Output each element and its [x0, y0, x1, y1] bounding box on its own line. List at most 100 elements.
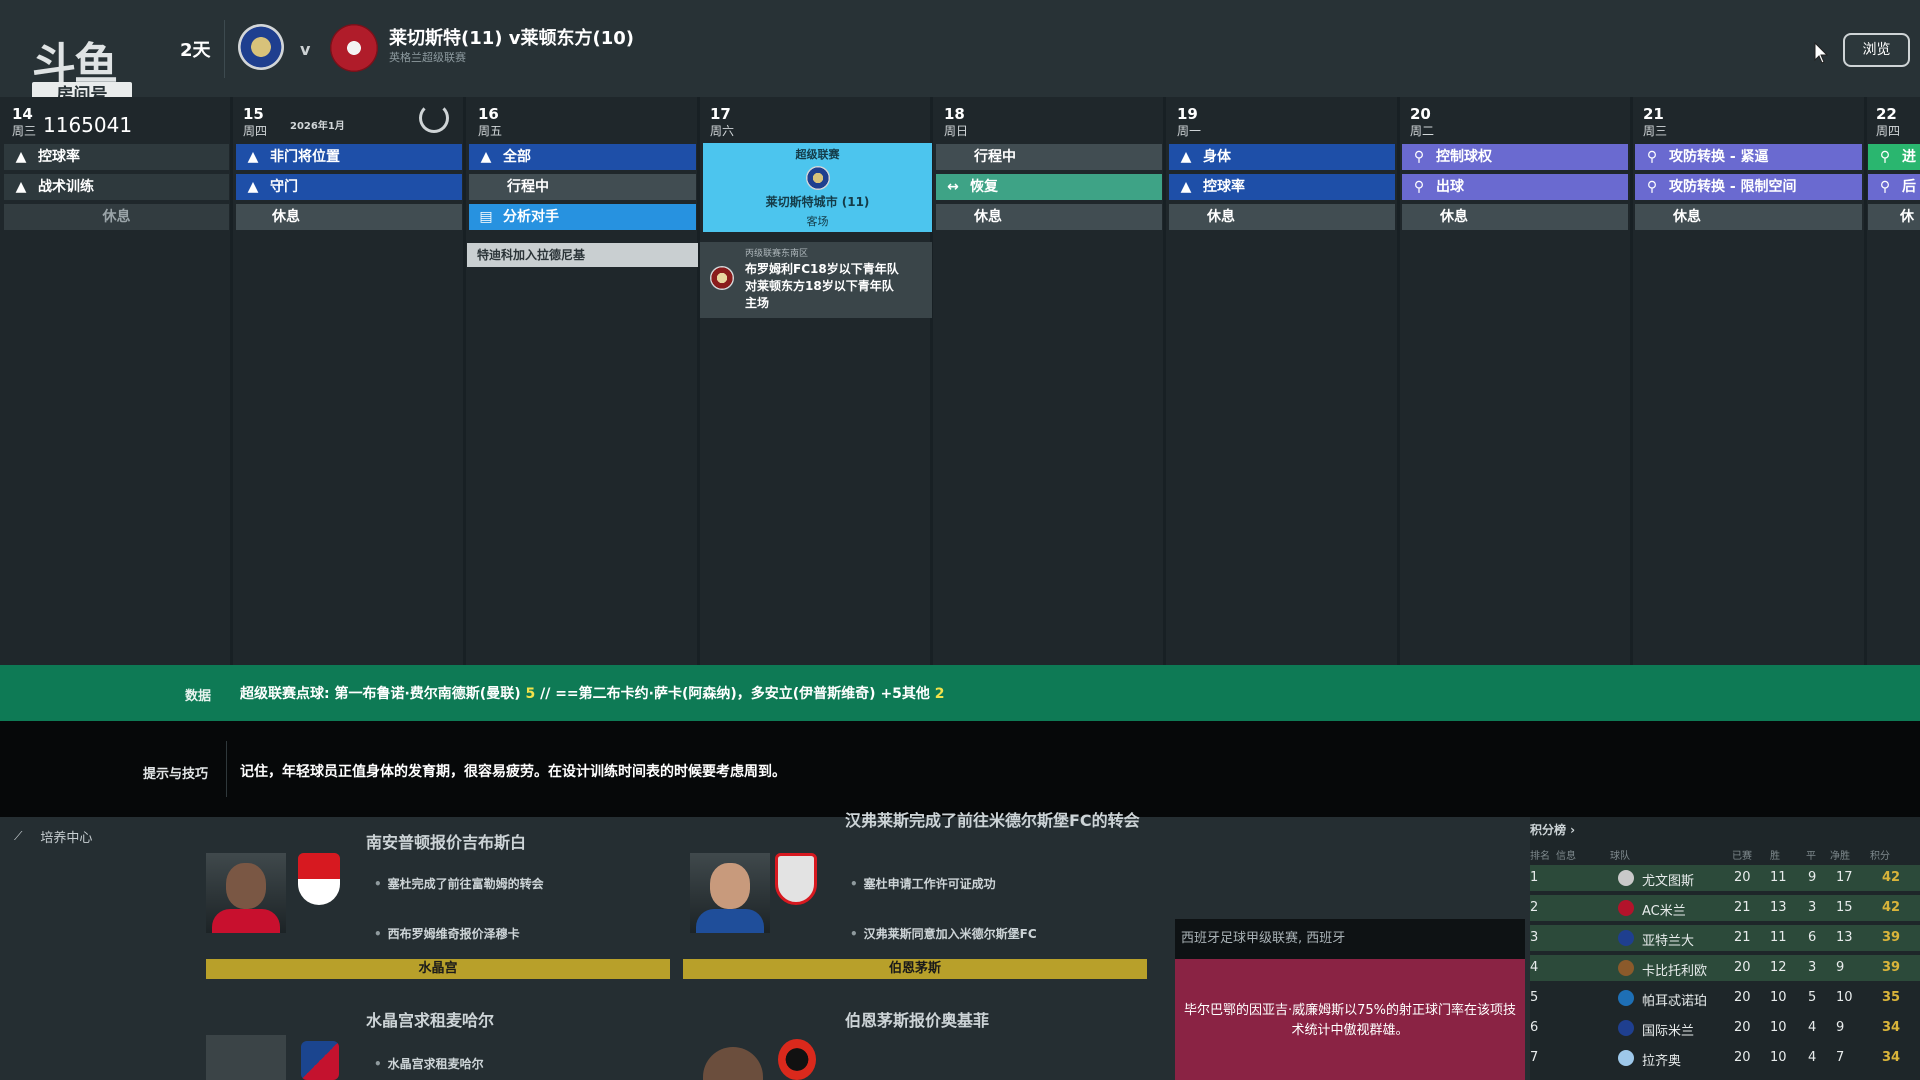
session-label: 恢复: [970, 179, 998, 195]
draws: 3: [1808, 900, 1817, 915]
day-header-21: 21 周三: [1643, 105, 1667, 139]
rest-slot[interactable]: 休息: [1402, 204, 1628, 230]
day-number: 20: [1410, 105, 1431, 123]
session-label: 守门: [270, 179, 298, 195]
rest-slot[interactable]: 休息: [4, 204, 229, 230]
league-stat-card[interactable]: 西班牙足球甲级联赛, 西班牙 毕尔巴鄂的因亚吉·威廉姆斯以75%的射正球门率在该…: [1175, 919, 1525, 1080]
team-crest-icon: [1618, 990, 1634, 1006]
session-slot[interactable]: ▲ 全部: [469, 144, 696, 170]
days-to-match: 2天: [180, 40, 211, 61]
goal-difference: 13: [1836, 930, 1853, 945]
event-note[interactable]: 特迪科加入拉德尼基: [467, 243, 698, 267]
news-item[interactable]: 水晶宫求租麦哈尔 水晶宫求租麦哈尔: [206, 817, 670, 1080]
session-slot[interactable]: ▲ 控球率: [1169, 174, 1395, 200]
person-icon: ▲: [247, 179, 259, 195]
team-name: 尤文图斯: [1642, 874, 1695, 889]
development-hub-link[interactable]: ⟋ 培养中心: [14, 827, 92, 846]
rest-slot[interactable]: 休: [1868, 204, 1920, 230]
travel-slot[interactable]: 行程中: [936, 144, 1162, 170]
team-name: 卡比托利欧: [1642, 964, 1708, 979]
day-header-17: 17 周六: [710, 105, 734, 139]
table-row[interactable]: 4 卡比托利欧 20 12 3 9 39: [1530, 955, 1920, 981]
away-club-crest-icon[interactable]: [330, 24, 378, 72]
goal-difference: 9: [1836, 960, 1845, 975]
next-match-title[interactable]: 莱切斯特(11) v莱顿东方(10): [389, 24, 634, 50]
running-icon: ⚲: [1413, 179, 1425, 195]
session-label: 进: [1902, 149, 1916, 165]
session-slot[interactable]: ▲ 守门: [236, 174, 462, 200]
document-icon: ▤: [479, 209, 493, 225]
session-slot[interactable]: ⚲ 后: [1868, 174, 1920, 200]
session-slot[interactable]: ▲ 战术训练: [4, 174, 229, 200]
goal-difference: 17: [1836, 870, 1853, 885]
session-slot[interactable]: ⚲ 攻防转换 - 限制空间: [1635, 174, 1862, 200]
player-photo: [703, 1047, 763, 1080]
session-slot[interactable]: ⚲ 出球: [1402, 174, 1628, 200]
person-icon: ▲: [480, 149, 492, 165]
points: 39: [1882, 930, 1901, 945]
news-item[interactable]: 伯恩茅斯报价奥基菲: [683, 817, 1147, 1080]
table-row[interactable]: 1 尤文图斯 20 11 9 17 42: [1530, 865, 1920, 891]
table-row[interactable]: 7 拉齐奥 20 10 4 7 34: [1530, 1045, 1920, 1071]
session-label: 休息: [1440, 209, 1468, 225]
session-slot[interactable]: ↔ 恢复: [936, 174, 1162, 200]
data-ticker: 数据 超级联赛点球: 第一布鲁诺·费尔南德斯(曼联) 5 // ==第二布卡约·…: [0, 665, 1920, 721]
session-slot[interactable]: ⚲ 控制球权: [1402, 144, 1628, 170]
draws: 6: [1808, 930, 1817, 945]
day-number: 21: [1643, 105, 1664, 123]
session-label: 休: [1900, 209, 1914, 225]
loading-spinner-icon: [419, 103, 449, 133]
table-row[interactable]: 5 帕耳忒诺珀 20 10 5 10 35: [1530, 985, 1920, 1011]
news-headline: 水晶宫求租麦哈尔: [366, 1011, 495, 1030]
data-ticker-text[interactable]: 超级联赛点球: 第一布鲁诺·费尔南德斯(曼联) 5 // ==第二布卡约·萨卡(…: [240, 683, 945, 703]
session-label: 休息: [974, 209, 1002, 225]
home-club-crest-icon[interactable]: [238, 24, 284, 70]
day-header-16: 16 周五: [478, 105, 502, 139]
day-header-14: 14 周三: [12, 105, 36, 139]
hub-label: 培养中心: [40, 831, 93, 846]
news-headline: 伯恩茅斯报价奥基菲: [845, 1011, 990, 1030]
team-name: 国际米兰: [1642, 1024, 1695, 1039]
col-header: 球队: [1610, 851, 1630, 862]
column-divider: [1163, 97, 1166, 665]
points: 34: [1882, 1050, 1901, 1065]
session-slot[interactable]: ⚲ 攻防转换 - 紧逼: [1635, 144, 1862, 170]
team-crest-icon: [1618, 870, 1634, 886]
table-row[interactable]: 2 AC米兰 21 13 3 15 42: [1530, 895, 1920, 921]
table-row[interactable]: 6 国际米兰 20 10 4 9 34: [1530, 1015, 1920, 1041]
match-card[interactable]: 超级联赛 莱切斯特城市 (11) 客场: [703, 143, 932, 232]
running-icon: ⚲: [1646, 179, 1658, 195]
col-header: 胜: [1770, 851, 1780, 862]
weekday: 周二: [1410, 124, 1435, 138]
table-row[interactable]: 3 亚特兰大 21 11 6 13 39: [1530, 925, 1920, 951]
draws: 4: [1808, 1050, 1817, 1065]
mouse-cursor-icon: [1814, 42, 1828, 64]
running-icon: ⚲: [1879, 179, 1891, 195]
running-icon: ⚲: [1646, 149, 1658, 165]
session-slot[interactable]: ▤ 分析对手: [469, 204, 696, 230]
rest-slot[interactable]: 休息: [936, 204, 1162, 230]
youth-match-card[interactable]: 丙级联赛东南区 布罗姆利FC18岁以下青年队 对莱顿东方18岁以下青年队 主场: [700, 242, 932, 318]
wins: 10: [1770, 1050, 1787, 1065]
league-table: 积分榜 › 排名 信息 球队 已赛 胜 平 净胜 积分 1 尤文图斯 20 11 9 17…: [1530, 817, 1920, 1080]
column-divider: [1864, 97, 1867, 665]
league-stat-header: 西班牙足球甲级联赛, 西班牙: [1175, 919, 1525, 959]
session-slot[interactable]: ⚲ 进: [1868, 144, 1920, 170]
recovery-icon: ↔: [947, 179, 959, 195]
league-table-title[interactable]: 积分榜 ›: [1530, 821, 1575, 838]
browse-button[interactable]: 浏览: [1843, 33, 1910, 67]
column-divider: [1630, 97, 1633, 665]
team-crest-icon: [1618, 900, 1634, 916]
person-icon: ▲: [15, 179, 27, 195]
session-slot[interactable]: ▲ 非门将位置: [236, 144, 462, 170]
session-slot[interactable]: ▲ 身体: [1169, 144, 1395, 170]
rest-slot[interactable]: 休息: [236, 204, 462, 230]
session-label: 分析对手: [503, 209, 559, 225]
news-bullet: 水晶宫求租麦哈尔: [374, 1055, 484, 1072]
rest-slot[interactable]: 休息: [1635, 204, 1862, 230]
rest-slot[interactable]: 休息: [1169, 204, 1395, 230]
session-slot[interactable]: ▲ 控球率: [4, 144, 229, 170]
travel-slot[interactable]: 行程中: [469, 174, 696, 200]
person-icon: ▲: [15, 149, 27, 165]
weekday: 周日: [944, 124, 969, 138]
